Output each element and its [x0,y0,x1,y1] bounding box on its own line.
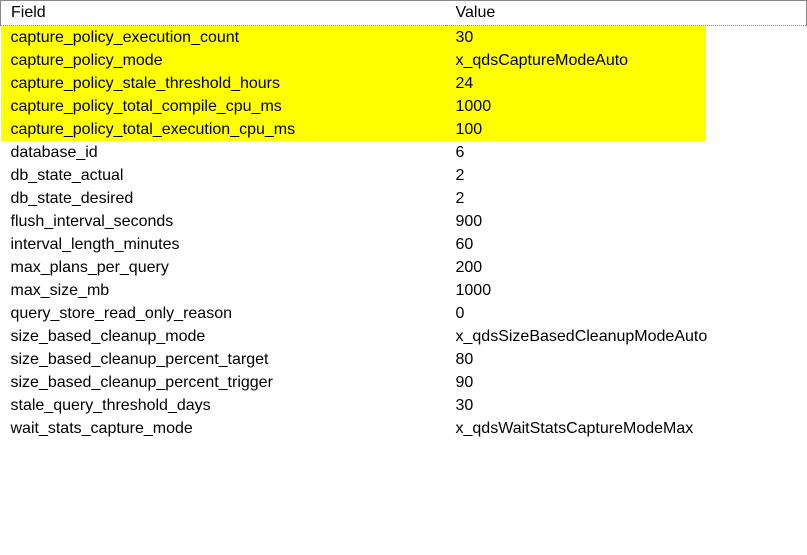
cell-value: 6 [446,141,807,164]
table-row[interactable]: capture_policy_execution_count30 [1,26,807,50]
table-row[interactable]: db_state_desired2 [1,187,807,210]
table-row[interactable]: capture_policy_total_execution_cpu_ms100 [1,118,807,141]
cell-field: capture_policy_execution_count [1,26,446,50]
table-row[interactable]: capture_policy_total_compile_cpu_ms1000 [1,95,807,118]
table-row[interactable]: capture_policy_modex_qdsCaptureModeAuto [1,49,807,72]
cell-value: 200 [446,256,807,279]
cell-value: 24 [446,72,807,95]
cell-value: 80 [446,348,807,371]
cell-value: 90 [446,371,807,394]
table-row[interactable]: wait_stats_capture_modex_qdsWaitStatsCap… [1,417,807,440]
table-row[interactable]: db_state_actual2 [1,164,807,187]
cell-value: 30 [446,394,807,417]
cell-field: flush_interval_seconds [1,210,446,233]
properties-table: Field Value capture_policy_execution_cou… [0,0,807,440]
cell-field: db_state_desired [1,187,446,210]
cell-field: db_state_actual [1,164,446,187]
cell-value: 2 [446,164,807,187]
column-header-value[interactable]: Value [446,1,807,26]
column-header-field[interactable]: Field [1,1,446,26]
table-row[interactable]: interval_length_minutes60 [1,233,807,256]
table-row[interactable]: max_plans_per_query200 [1,256,807,279]
table-row[interactable]: flush_interval_seconds900 [1,210,807,233]
cell-field: capture_policy_total_execution_cpu_ms [1,118,446,141]
cell-value: 1000 [446,95,807,118]
cell-field: stale_query_threshold_days [1,394,446,417]
table-row[interactable]: size_based_cleanup_percent_target80 [1,348,807,371]
cell-value: 2 [446,187,807,210]
cell-value: 60 [446,233,807,256]
table-row[interactable]: size_based_cleanup_modex_qdsSizeBasedCle… [1,325,807,348]
table-row[interactable]: database_id6 [1,141,807,164]
cell-field: size_based_cleanup_percent_trigger [1,371,446,394]
cell-field: max_plans_per_query [1,256,446,279]
cell-value: 30 [446,26,807,50]
cell-value: x_qdsCaptureModeAuto [446,49,807,72]
cell-field: database_id [1,141,446,164]
table-row[interactable]: capture_policy_stale_threshold_hours24 [1,72,807,95]
cell-field: capture_policy_stale_threshold_hours [1,72,446,95]
cell-field: query_store_read_only_reason [1,302,446,325]
table-row[interactable]: stale_query_threshold_days30 [1,394,807,417]
cell-field: wait_stats_capture_mode [1,417,446,440]
cell-field: max_size_mb [1,279,446,302]
table-row[interactable]: max_size_mb1000 [1,279,807,302]
cell-field: capture_policy_mode [1,49,446,72]
cell-value: x_qdsSizeBasedCleanupModeAuto [446,325,807,348]
cell-value: 100 [446,118,807,141]
table-row[interactable]: query_store_read_only_reason0 [1,302,807,325]
table-row[interactable]: size_based_cleanup_percent_trigger90 [1,371,807,394]
cell-value: 0 [446,302,807,325]
cell-value: 900 [446,210,807,233]
table-header-row: Field Value [1,1,807,26]
cell-value: x_qdsWaitStatsCaptureModeMax [446,417,807,440]
cell-value: 1000 [446,279,807,302]
cell-field: interval_length_minutes [1,233,446,256]
cell-field: size_based_cleanup_percent_target [1,348,446,371]
cell-field: size_based_cleanup_mode [1,325,446,348]
cell-field: capture_policy_total_compile_cpu_ms [1,95,446,118]
